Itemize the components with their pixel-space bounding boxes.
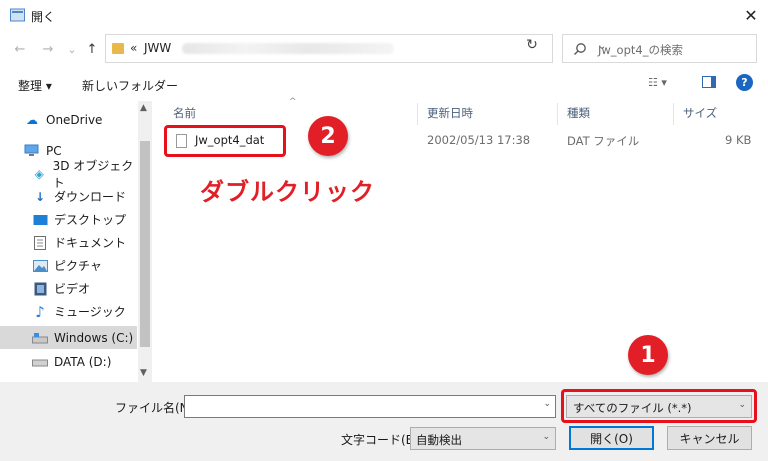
download-icon: ↓ [34,189,46,204]
sidebar-item-label: デスクトップ [54,213,127,227]
annotation-badge-2: 2 [308,116,348,156]
refresh-icon[interactable]: ↻ [520,34,544,56]
column-header-size[interactable]: サイズ [683,105,717,121]
organize-menu-button[interactable]: 整理 ▾ [18,77,52,94]
recent-locations-chevron-icon[interactable]: ⌄ [64,41,80,57]
new-folder-button[interactable]: 新しいフォルダー [82,77,178,94]
column-header-type[interactable]: 種類 [567,105,590,121]
sidebar-item-label: OneDrive [46,112,103,127]
close-button[interactable]: ✕ [739,4,763,26]
scroll-down-icon[interactable]: ▼ [140,368,147,378]
sidebar-item-label: ピクチャ [54,259,102,273]
scrollbar-thumb[interactable] [140,141,150,347]
sidebar-item-documents[interactable]: ドキュメント [0,231,137,254]
address-blurred-path [182,43,394,54]
column-header-modified[interactable]: 更新日時 [427,105,473,121]
sidebar-item-videos[interactable]: ビデオ [0,277,137,300]
sidebar-item-music[interactable]: ♪ ミュージック [0,300,137,323]
open-button[interactable]: 開く(O) [569,426,654,450]
sidebar-item-label: ダウンロード [54,190,127,204]
command-toolbar: 整理 ▾ 新しいフォルダー ☷ ▾ ? [0,67,768,101]
up-arrow-icon[interactable]: ↑ [84,41,100,57]
sidebar-scrollbar[interactable]: ▲ ▼ [138,101,152,382]
encoding-dropdown-icon[interactable]: ⌄ [542,432,550,442]
pc-icon [24,144,40,158]
sidebar-item-label: ミュージック [54,305,126,319]
scroll-up-icon[interactable]: ▲ [140,103,147,113]
filename-dropdown-icon[interactable]: ⌄ [543,399,551,409]
annotation-highlight-filter [561,389,757,423]
sidebar-item-3d-objects[interactable]: ◈ 3D オブジェクト [0,159,137,190]
sidebar-item-label: ドキュメント [54,236,127,250]
navigation-bar: ← → ⌄ ↑ « JWW ⌄ ↻ Jw_opt4_の検索 [0,31,768,67]
address-bar[interactable]: « JWW ⌄ [105,34,606,63]
filename-input[interactable]: ⌄ [184,395,556,418]
file-modified: 2002/05/13 17:38 [427,133,531,147]
document-icon [32,235,48,250]
sidebar-item-desktop[interactable]: デスクトップ [0,208,137,231]
column-divider[interactable] [673,103,674,125]
music-icon: ♪ [35,302,45,321]
column-divider[interactable] [557,103,558,125]
back-arrow-icon[interactable]: ← [12,41,28,57]
drive-c-icon [32,331,48,345]
change-view-icon[interactable]: ☷ ▾ [648,76,684,92]
address-segment-jww[interactable]: JWW [144,41,171,55]
title-bar: 開く ✕ [0,0,768,31]
sidebar-item-pictures[interactable]: ピクチャ [0,254,137,277]
help-icon[interactable]: ? [736,74,753,91]
sidebar-item-onedrive[interactable]: ☁ OneDrive [0,108,137,131]
sidebar-item-label: ビデオ [54,282,91,296]
dialog-icon [10,8,25,22]
annotation-badge-1: 1 [628,335,668,375]
encoding-select[interactable]: 自動検出 ⌄ [410,427,556,450]
sidebar-item-data-d[interactable]: DATA (D:) [0,350,137,373]
cancel-button[interactable]: キャンセル [667,426,752,450]
sidebar-item-windows-c[interactable]: Windows (C:) [0,326,137,349]
folder-icon [112,43,124,54]
picture-icon [32,259,48,273]
encoding-value: 自動検出 [416,433,462,447]
file-type: DAT ファイル [567,134,640,148]
search-icon [574,43,586,55]
sidebar-item-label: PC [46,143,62,158]
forward-arrow-icon[interactable]: → [40,41,56,57]
sidebar-item-label: DATA (D:) [54,354,112,369]
desktop-icon [32,213,48,227]
search-box[interactable]: Jw_opt4_の検索 [562,34,757,63]
video-icon [32,282,48,296]
search-input[interactable]: Jw_opt4_の検索 [598,42,683,58]
sidebar-item-label: Windows (C:) [54,330,134,345]
annotation-double-click-label: ダブルクリック [200,178,375,206]
address-overflow-icon[interactable]: « [130,41,137,55]
annotation-highlight-file [164,125,286,157]
drive-d-icon [32,355,48,369]
column-divider[interactable] [417,103,418,125]
column-header-name[interactable]: 名前 [173,105,196,121]
sidebar-item-downloads[interactable]: ↓ ダウンロード [0,185,137,208]
cloud-icon: ☁ [26,112,38,127]
preview-pane-icon[interactable] [702,76,716,88]
sort-ascending-icon: ^ [289,97,297,107]
cube-icon: ◈ [34,166,44,181]
navigation-pane: ☁ OneDrive PC ◈ 3D オブジェクト ↓ ダウンロード デスクトッ… [0,101,152,382]
file-size: 9 KB [725,133,752,147]
window-title: 開く [31,10,56,24]
